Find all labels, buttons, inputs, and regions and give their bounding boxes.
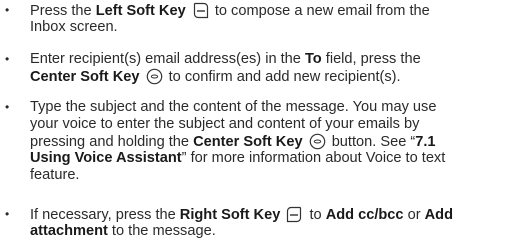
key-name: Center Soft Key [193,134,303,150]
text: to the message. [107,223,216,239]
action-name: Add cc/bcc [325,207,404,223]
center-soft-key-icon [146,68,163,85]
text: to [305,207,326,223]
bullet: • [5,52,10,66]
instruction-list: • Press the Left Soft Key to compose a n… [0,0,509,247]
text: to confirm and add new recipient(s). [164,69,401,85]
text: ” for more information about Voice to te… [181,150,446,166]
key-name: Left Soft Key [95,3,186,19]
field-name: To [304,51,322,67]
text: Press the [30,3,96,19]
line: If necessary, press the Right Soft Key t… [30,206,453,224]
line: feature. [30,167,80,183]
line: Using Voice Assistant” for more informat… [30,150,445,167]
text: If necessary, press the [30,207,180,223]
action-name: attachment [30,223,108,239]
text: pressing and holding the [30,134,194,150]
line: pressing and holding the Center Soft Key… [30,133,436,151]
key-name: Center Soft Key [30,69,140,85]
key-name: Right Soft Key [179,207,281,223]
action-name: Add [424,207,454,223]
bullet: • [5,3,10,17]
text: to compose a new email from the [210,3,430,19]
text: field, press the [321,51,421,67]
section-reference: 7.1 [415,134,436,150]
text: button. See “ [327,134,416,150]
bullet: • [5,100,10,114]
line: attachment to the message. [30,223,216,240]
line: Enter recipient(s) email address(es) in … [30,51,421,68]
section-reference: Using Voice Assistant [30,150,182,166]
right-soft-key-icon [286,206,303,223]
center-soft-key-icon [309,133,326,150]
line: Press the Left Soft Key to compose a new… [30,2,430,20]
line: Type the subject and the content of the … [30,99,437,115]
line: your voice to enter the subject and cont… [30,116,420,132]
text: or [403,207,425,223]
bullet: • [5,207,10,221]
line: Center Soft Key to confirm and add new r… [30,68,401,86]
text: Enter recipient(s) email address(es) in … [30,51,305,67]
left-soft-key-icon [192,2,209,19]
line: Inbox screen. [30,19,118,35]
